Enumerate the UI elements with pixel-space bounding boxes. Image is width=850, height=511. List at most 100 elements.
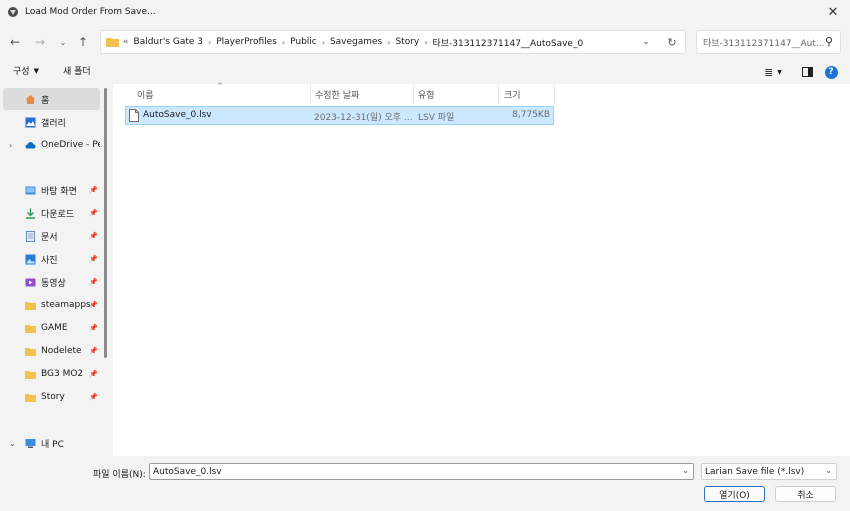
refresh-icon[interactable]: ↻	[659, 36, 685, 49]
breadcrumb-item[interactable]: Savegames	[330, 37, 382, 47]
folder-icon	[25, 301, 36, 310]
folder-icon	[25, 370, 36, 379]
app-icon	[8, 7, 18, 17]
column-header-date[interactable]: 수정한 날짜	[315, 84, 359, 104]
sidebar-item-gallery[interactable]: 갤러리	[0, 111, 100, 133]
breadcrumb-item[interactable]: Story	[395, 37, 419, 47]
breadcrumb-item[interactable]: Baldur's Gate 3	[134, 37, 203, 47]
computer-icon	[25, 438, 36, 448]
open-button-label: 열기(O)	[719, 490, 750, 501]
column-divider[interactable]	[310, 84, 311, 104]
breadcrumb-item[interactable]: 타브-313112371147__AutoSave_0	[432, 36, 583, 49]
file-icon	[129, 109, 139, 122]
pin-icon: 📌	[89, 347, 98, 355]
column-header-label: 크기	[504, 90, 521, 101]
new-folder-button[interactable]: 새 폴더	[63, 64, 91, 77]
chevron-down-icon[interactable]: ⌄	[9, 439, 16, 448]
chevron-right-icon: ›	[208, 37, 212, 47]
pin-icon: 📌	[89, 301, 98, 309]
sidebar-item-label: Nodelete	[41, 346, 82, 356]
chevron-right-icon: ›	[424, 37, 428, 47]
preview-pane-button[interactable]	[798, 63, 816, 81]
sidebar-item-label: 문서	[41, 232, 58, 243]
breadcrumb-item[interactable]: PlayerProfiles	[216, 37, 277, 47]
sidebar-scrollbar[interactable]	[104, 88, 107, 358]
breadcrumb-item[interactable]: Public	[290, 37, 317, 47]
pin-icon: 📌	[89, 393, 98, 401]
pin-icon: 📌	[89, 232, 98, 240]
address-bar[interactable]: « Baldur's Gate 3 › PlayerProfiles › Pub…	[100, 30, 686, 54]
breadcrumb-overflow[interactable]: «	[123, 37, 129, 47]
address-history-dropdown[interactable]: ⌄	[633, 37, 659, 47]
arrow-left-icon: ←	[9, 35, 21, 49]
recent-locations-button[interactable]: ⌄	[54, 32, 72, 52]
download-icon	[26, 208, 35, 219]
folder-icon	[106, 38, 119, 47]
pin-icon: 📌	[89, 255, 98, 263]
file-type-filter[interactable]: Larian Save file (*.lsv) ⌄	[701, 463, 837, 480]
chevron-right-icon: ›	[281, 37, 286, 47]
column-header-name[interactable]: 이름	[137, 84, 154, 104]
sidebar-item-onedrive[interactable]: › OneDrive - Pers	[0, 134, 100, 156]
caret-down-icon: ▼	[777, 68, 782, 76]
folder-icon	[25, 324, 36, 333]
column-divider[interactable]	[413, 84, 414, 104]
column-header-type[interactable]: 유형	[418, 84, 435, 104]
sort-ascending-icon: ^	[217, 82, 223, 90]
search-box[interactable]: 타브-313112371147__Aut... ⚲	[696, 30, 841, 54]
search-icon[interactable]: ⚲	[825, 35, 833, 48]
sidebar-item-home[interactable]: 홈	[3, 88, 100, 110]
chevron-right-icon[interactable]: ›	[9, 141, 12, 150]
chevron-down-icon: ⌄	[59, 37, 67, 47]
video-icon	[25, 278, 36, 286]
forward-button[interactable]: →	[31, 32, 49, 52]
file-name: AutoSave_0.lsv	[143, 110, 212, 120]
sidebar-item-nodelete[interactable]: Nodelete 📌	[0, 340, 100, 362]
filename-value: AutoSave_0.lsv	[153, 466, 222, 477]
new-folder-label: 새 폴더	[63, 67, 91, 77]
search-placeholder: 타브-313112371147__Aut...	[703, 38, 825, 49]
sidebar-item-game[interactable]: GAME 📌	[0, 317, 100, 339]
close-icon: ✕	[827, 4, 839, 20]
filename-label: 파일 이름(N):	[93, 470, 146, 480]
sidebar-item-story[interactable]: Story 📌	[0, 386, 100, 408]
column-header-label: 이름	[137, 90, 154, 101]
view-options-button[interactable]: ≣ ▼	[760, 63, 786, 81]
gallery-icon	[25, 117, 36, 127]
open-button[interactable]: 열기(O)	[704, 486, 765, 502]
sidebar-item-documents[interactable]: 문서 📌	[0, 225, 100, 247]
sidebar-item-steamapps[interactable]: steamapps 📌	[0, 294, 100, 316]
help-button[interactable]: ?	[822, 63, 840, 81]
sidebar-item-bg3mo2[interactable]: BG3 MO2 📌	[0, 363, 100, 385]
dialog-footer: 파일 이름(N): AutoSave_0.lsv ⌄ Larian Save f…	[0, 456, 850, 511]
chevron-down-icon[interactable]: ⌄	[682, 466, 689, 475]
caret-down-icon: ▼	[33, 66, 39, 75]
file-row[interactable]: AutoSave_0.lsv 2023-12-31(일) 오후 ... LSV …	[125, 106, 554, 125]
desktop-icon	[25, 186, 36, 194]
cancel-button-label: 취소	[797, 490, 814, 501]
title-bar: Load Mod Order From Save... ✕	[0, 0, 850, 24]
document-icon	[26, 230, 35, 242]
sidebar-item-desktop[interactable]: 바탕 화면 📌	[0, 179, 100, 201]
sidebar-item-pictures[interactable]: 사진 📌	[0, 248, 100, 270]
up-button[interactable]: ↑	[74, 32, 92, 52]
close-button[interactable]: ✕	[822, 3, 844, 21]
folder-icon	[25, 347, 36, 356]
column-header-size[interactable]: 크기	[504, 84, 521, 104]
home-icon	[25, 94, 36, 104]
pin-icon: 📌	[89, 209, 98, 217]
sidebar-item-label: 홈	[41, 95, 50, 106]
cancel-button[interactable]: 취소	[775, 486, 836, 502]
column-divider[interactable]	[498, 84, 499, 104]
chevron-right-icon: ›	[387, 37, 391, 47]
filename-input[interactable]: AutoSave_0.lsv ⌄	[149, 463, 694, 480]
file-size: 8,775KB	[512, 110, 550, 120]
sidebar-item-downloads[interactable]: 다운로드 📌	[0, 202, 100, 224]
organize-menu[interactable]: 구성 ▼	[13, 64, 39, 78]
back-button[interactable]: ←	[6, 32, 24, 52]
file-type: LSV 파일	[418, 113, 455, 123]
file-type-filter-value: Larian Save file (*.lsv)	[705, 466, 805, 477]
sidebar-item-videos[interactable]: 동영상 📌	[0, 271, 100, 293]
column-divider[interactable]	[554, 84, 555, 104]
sidebar-item-this-pc[interactable]: ⌄ 내 PC	[0, 432, 100, 454]
